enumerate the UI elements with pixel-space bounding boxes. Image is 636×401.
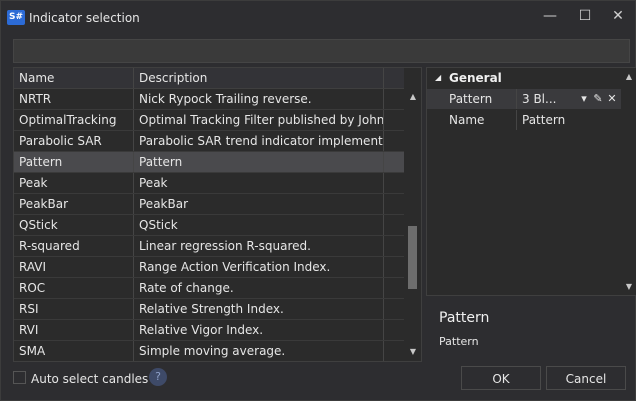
cell-description: Rate of change.	[134, 278, 384, 298]
cell-description: Relative Strength Index.	[134, 299, 384, 319]
property-value-select[interactable]: 3 Bl... ▾ ✎ ✕	[518, 89, 621, 109]
cell-description: Relative Vigor Index.	[134, 320, 384, 340]
cell-description: Peak	[134, 173, 384, 193]
property-category[interactable]: ◢ General	[427, 68, 621, 88]
cell-description: Simple moving average.	[134, 341, 384, 361]
title-bar: S# Indicator selection — ☐ ✕	[1, 1, 635, 35]
scroll-down-icon[interactable]: ▼	[624, 282, 634, 292]
property-name: Pattern	[427, 89, 517, 109]
maximize-icon: ☐	[578, 8, 592, 24]
cell-description: QStick	[134, 215, 384, 235]
table-row[interactable]: OptimalTracking Optimal Tracking Filter …	[14, 110, 404, 131]
cell-name: Parabolic SAR	[14, 131, 134, 151]
cancel-button[interactable]: Cancel	[546, 366, 626, 390]
auto-select-candles-checkbox[interactable]	[13, 371, 26, 384]
grid-rows: NRTR Nick Rypock Trailing reverse. Optim…	[14, 89, 404, 361]
category-label: General	[449, 71, 502, 85]
table-row[interactable]: Parabolic SAR Parabolic SAR trend indica…	[14, 131, 404, 152]
cell-description: Nick Rypock Trailing reverse.	[134, 89, 384, 109]
cell-name: R-squared	[14, 236, 134, 256]
indicator-selection-dialog: S# Indicator selection — ☐ ✕ Name Descri…	[0, 0, 636, 401]
table-row[interactable]: ROC Rate of change.	[14, 278, 404, 299]
cell-name: OptimalTracking	[14, 110, 134, 130]
indicator-grid: Name Description NRTR Nick Rypock Traili…	[13, 67, 422, 362]
cell-name: SMA	[14, 341, 134, 361]
property-value: 3 Bl...	[522, 92, 557, 106]
property-value-actions: ▾ ✎ ✕	[577, 89, 619, 109]
minimize-button[interactable]: —	[533, 5, 567, 27]
cell-name: RAVI	[14, 257, 134, 277]
help-icon[interactable]: ?	[149, 368, 167, 386]
description-text: Pattern	[439, 335, 479, 348]
close-icon: ✕	[612, 8, 624, 24]
table-row[interactable]: QStick QStick	[14, 215, 404, 236]
description-panel: Pattern Pattern	[426, 298, 635, 360]
cell-description: Range Action Verification Index.	[134, 257, 384, 277]
cell-name: QStick	[14, 215, 134, 235]
cell-name: Pattern	[14, 152, 134, 172]
table-row[interactable]: R-squared Linear regression R-squared.	[14, 236, 404, 257]
scroll-up-icon[interactable]: ▲	[624, 72, 634, 82]
cell-description: Linear regression R-squared.	[134, 236, 384, 256]
scroll-up-icon[interactable]: ▲	[408, 92, 418, 102]
cell-description: Pattern	[134, 152, 384, 172]
cell-description: Optimal Tracking Filter published by Joh…	[134, 110, 384, 130]
ok-button[interactable]: OK	[461, 366, 541, 390]
cell-name: ROC	[14, 278, 134, 298]
property-name: Name	[427, 110, 517, 130]
maximize-button[interactable]: ☐	[568, 5, 602, 27]
edit-pencil-icon[interactable]: ✎	[591, 89, 605, 109]
table-row[interactable]: RVI Relative Vigor Index.	[14, 320, 404, 341]
search-input[interactable]	[13, 39, 630, 63]
cell-name: Peak	[14, 173, 134, 193]
table-row[interactable]: Peak Peak	[14, 173, 404, 194]
cell-name: NRTR	[14, 89, 134, 109]
table-row[interactable]: RSI Relative Strength Index.	[14, 299, 404, 320]
grid-scrollbar[interactable]: ▲ ▼	[405, 88, 421, 361]
cell-name: RSI	[14, 299, 134, 319]
description-title: Pattern	[439, 310, 490, 326]
grid-header: Name Description	[14, 68, 404, 89]
column-header-name[interactable]: Name	[14, 68, 134, 88]
cell-description: Parabolic SAR trend indicator implementa…	[134, 131, 384, 151]
cell-description: PeakBar	[134, 194, 384, 214]
property-scrollbar[interactable]: ▲ ▼	[622, 68, 636, 295]
window-title: Indicator selection	[29, 11, 140, 25]
cell-name: PeakBar	[14, 194, 134, 214]
property-grid: ◢ General Pattern 3 Bl... ▾ ✎ ✕ Name Patte…	[426, 67, 636, 296]
table-row[interactable]: SMA Simple moving average.	[14, 341, 404, 361]
column-header-description[interactable]: Description	[134, 68, 384, 88]
property-row-pattern[interactable]: Pattern 3 Bl... ▾ ✎ ✕	[427, 89, 621, 109]
expand-triangle-icon[interactable]: ◢	[435, 68, 441, 88]
cell-name: RVI	[14, 320, 134, 340]
table-row[interactable]: PeakBar PeakBar	[14, 194, 404, 215]
minimize-icon: —	[543, 8, 557, 24]
clear-x-icon[interactable]: ✕	[605, 89, 619, 109]
scrollbar-thumb[interactable]	[408, 226, 417, 289]
app-logo-icon: S#	[7, 10, 25, 25]
scroll-down-icon[interactable]: ▼	[408, 347, 418, 357]
table-row[interactable]: RAVI Range Action Verification Index.	[14, 257, 404, 278]
property-row-name[interactable]: Name Pattern	[427, 110, 621, 130]
close-button[interactable]: ✕	[601, 5, 635, 27]
table-row[interactable]: NRTR Nick Rypock Trailing reverse.	[14, 89, 404, 110]
table-row-selected[interactable]: Pattern Pattern	[14, 152, 404, 173]
auto-select-candles-label[interactable]: Auto select candles	[31, 372, 148, 386]
property-value[interactable]: Pattern	[518, 110, 621, 130]
dropdown-arrow-icon[interactable]: ▾	[577, 89, 591, 109]
